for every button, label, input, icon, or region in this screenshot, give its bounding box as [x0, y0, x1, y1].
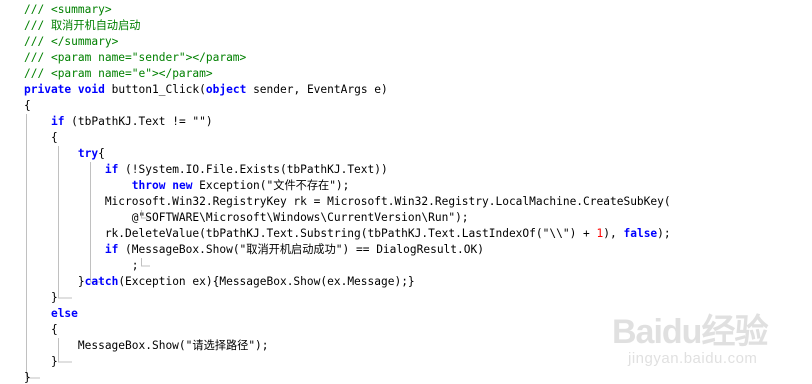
- code-token: }: [24, 275, 85, 288]
- code-token-keyword: catch: [84, 275, 119, 288]
- code-token: ;: [24, 259, 139, 272]
- code-token-comment: ///: [24, 67, 51, 80]
- code-token: {: [98, 147, 105, 160]
- code-line[interactable]: }catch(Exception ex){MessageBox.Show(ex.…: [0, 274, 671, 290]
- code-line[interactable]: /// <param name="e"></param>: [0, 66, 671, 82]
- code-line[interactable]: Microsoft.Win32.RegistryKey rk = Microso…: [0, 194, 671, 210]
- code-token: {: [24, 99, 31, 112]
- code-token-comment: ///: [24, 51, 51, 64]
- code-token: MessageBox.Show("请选择路径");: [24, 339, 269, 352]
- code-token-comment: <param name="e"></param>: [50, 67, 213, 80]
- code-token: Microsoft.Win32.RegistryKey rk = Microso…: [24, 195, 671, 208]
- code-line[interactable]: if (!System.IO.File.Exists(tbPathKJ.Text…: [0, 162, 671, 178]
- code-line[interactable]: {: [0, 130, 671, 146]
- code-token: ),: [603, 227, 624, 240]
- code-line[interactable]: }: [0, 354, 671, 370]
- code-token-keyword: object: [205, 83, 247, 96]
- code-line[interactable]: private void button1_Click(object sender…: [0, 82, 671, 98]
- code-token: (tbPathKJ.Text != ""): [64, 115, 213, 128]
- code-token-keyword: if: [104, 243, 119, 256]
- code-token: button1_Click(: [104, 83, 206, 96]
- code-token-keyword: if: [50, 115, 65, 128]
- code-line[interactable]: }: [0, 290, 671, 306]
- code-line[interactable]: /// 取消开机自动启动: [0, 18, 671, 34]
- code-line[interactable]: try{: [0, 146, 671, 162]
- code-token: (MessageBox.Show("取消开机启动成功") == DialogRe…: [118, 243, 484, 256]
- code-line[interactable]: /// <param name="sender"></param>: [0, 50, 671, 66]
- code-token-keyword: else: [50, 307, 78, 320]
- code-token: {: [24, 323, 58, 336]
- code-token: (!System.IO.File.Exists(tbPathKJ.Text)): [118, 163, 388, 176]
- code-token-comment: <summary>: [50, 3, 112, 16]
- code-line[interactable]: throw new Exception("文件不存在");: [0, 178, 671, 194]
- code-token-comment: ///: [24, 3, 51, 16]
- code-line[interactable]: rk.DeleteValue(tbPathKJ.Text.Substring(t…: [0, 226, 671, 242]
- code-line[interactable]: else: [0, 306, 671, 322]
- code-line[interactable]: /// <summary>: [0, 2, 671, 18]
- code-token-keyword: new: [172, 179, 193, 192]
- code-token-keyword: void: [77, 83, 105, 96]
- code-line[interactable]: if (MessageBox.Show("取消开机启动成功") == Dialo…: [0, 242, 671, 258]
- code-token-comment: <param name="sender"></param>: [50, 51, 247, 64]
- code-token-keyword: false: [623, 227, 658, 240]
- code-line[interactable]: }: [0, 370, 671, 384]
- code-line[interactable]: MessageBox.Show("请选择路径");: [0, 338, 671, 354]
- code-token: @"SOFTWARE\Microsoft\Windows\CurrentVers…: [24, 211, 469, 224]
- code-token: rk.DeleteValue(tbPathKJ.Text.Substring(t…: [24, 227, 597, 240]
- code-token-comment: /// 取消开机自动启动: [24, 19, 141, 32]
- code-token-comment: </summary>: [50, 35, 119, 48]
- code-editor[interactable]: /// <summary>/// 取消开机自动启动/// </summary> /…: [0, 0, 812, 384]
- code-token: }: [24, 291, 58, 304]
- code-line[interactable]: ;: [0, 258, 671, 274]
- code-line[interactable]: @"SOFTWARE\Microsoft\Windows\CurrentVers…: [0, 210, 671, 226]
- code-token-keyword: if: [104, 163, 119, 176]
- code-token: sender, EventArgs e): [246, 83, 388, 96]
- code-token: (Exception ex){MessageBox.Show(ex.Messag…: [118, 275, 415, 288]
- code-line[interactable]: {: [0, 322, 671, 338]
- code-token: }: [24, 371, 31, 384]
- code-token: }: [24, 355, 58, 368]
- code-token-keyword: private: [24, 83, 72, 96]
- code-line[interactable]: /// </summary>: [0, 34, 671, 50]
- code-line[interactable]: if (tbPathKJ.Text != ""): [0, 114, 671, 130]
- code-token-keyword: try: [77, 147, 99, 160]
- code-token-keyword: throw: [131, 179, 166, 192]
- source-code[interactable]: /// <summary>/// 取消开机自动启动/// </summary> /…: [0, 2, 671, 384]
- code-token: );: [657, 227, 671, 240]
- code-token-comment: ///: [24, 35, 51, 48]
- code-line[interactable]: {: [0, 98, 671, 114]
- code-token: Exception("文件不存在");: [192, 179, 350, 192]
- code-token: {: [24, 131, 58, 144]
